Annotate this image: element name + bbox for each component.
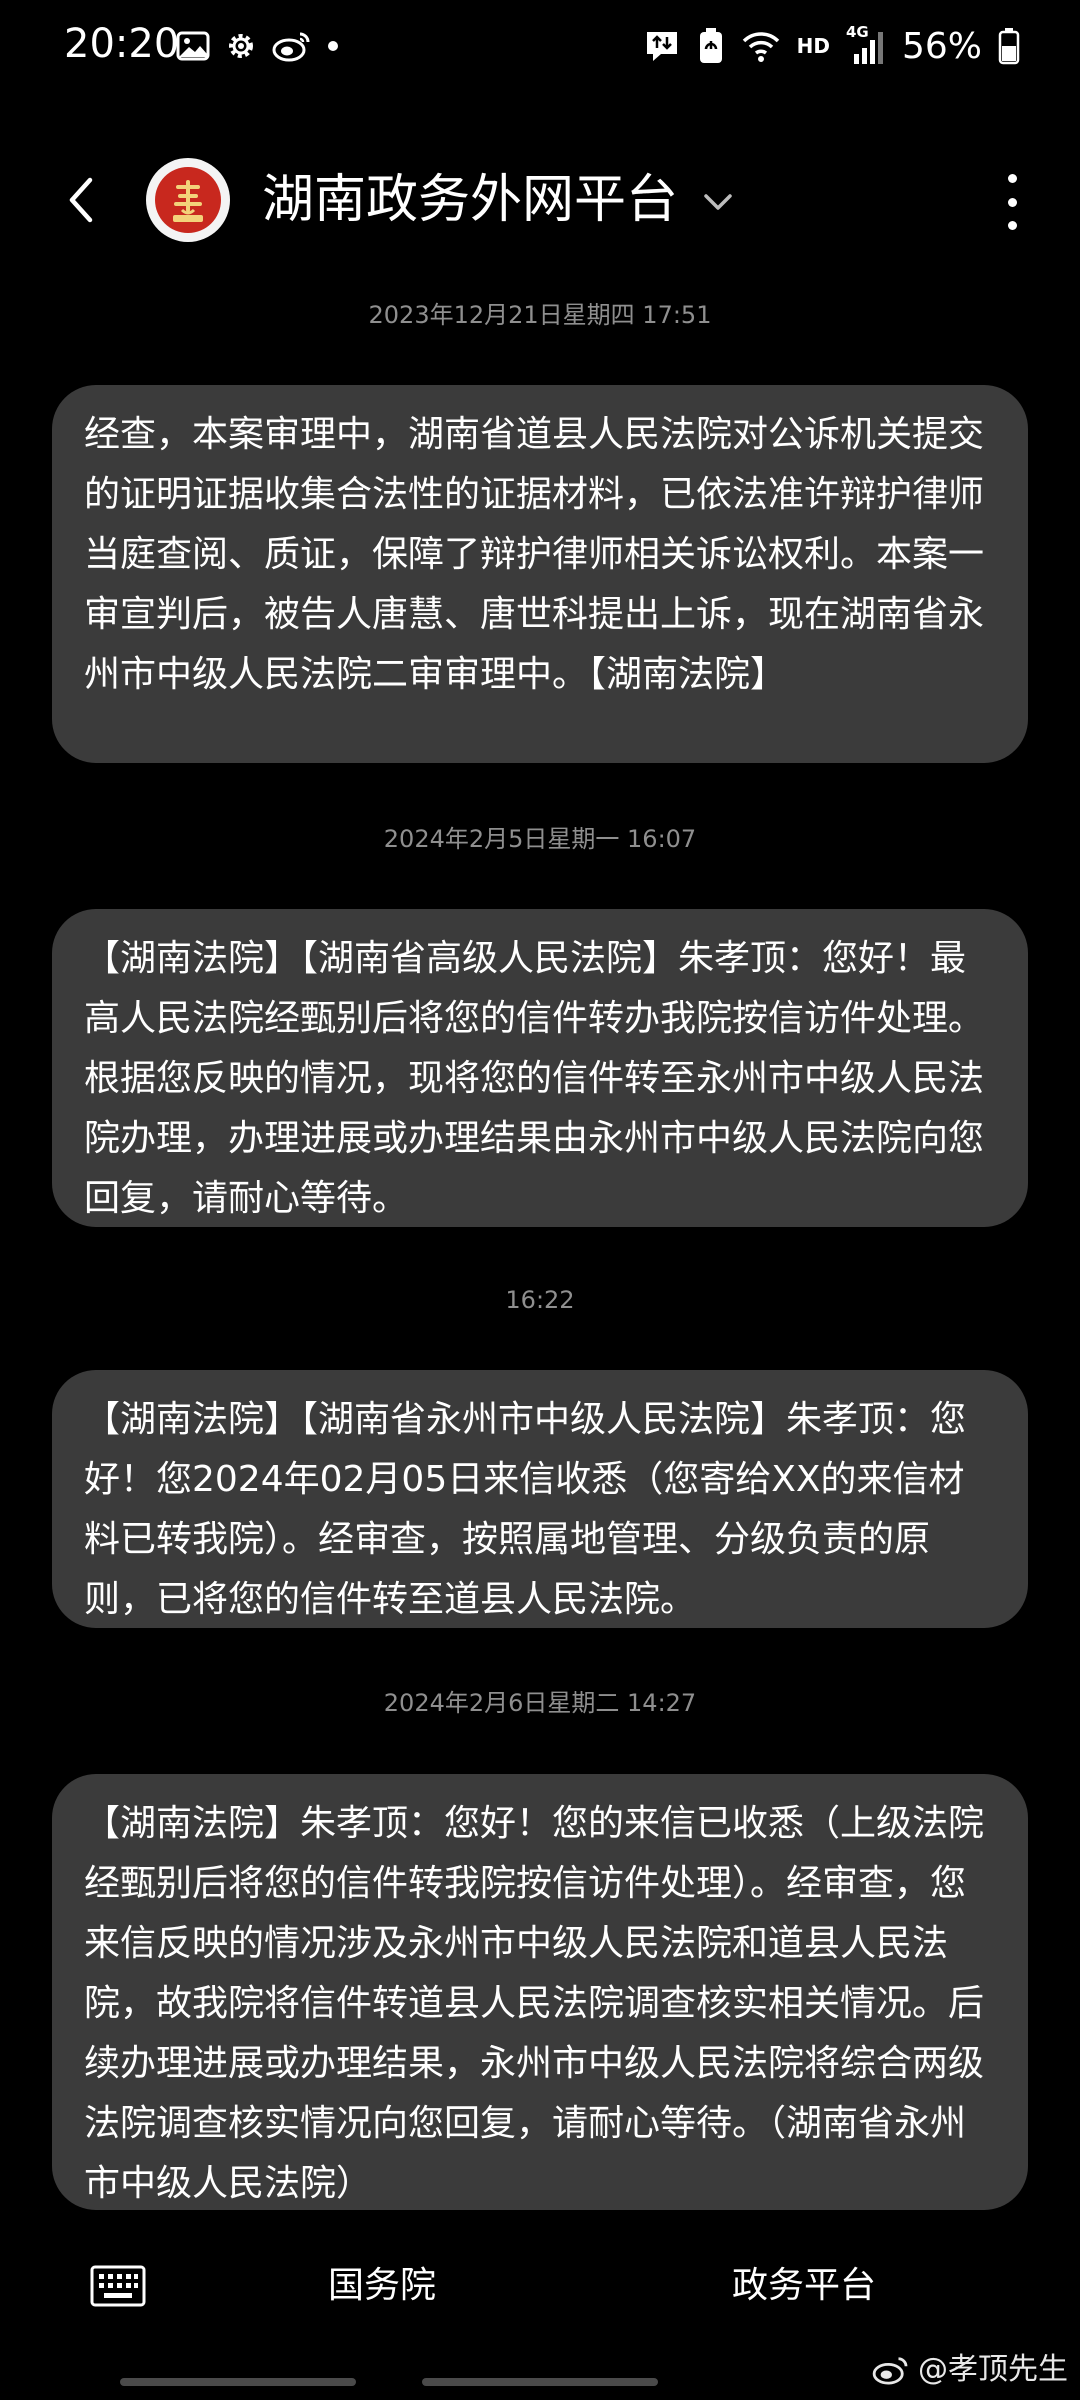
- message-date: 2023年12月21日星期四 17:51: [368, 301, 712, 329]
- nav-home-pill[interactable]: [422, 2378, 658, 2386]
- battery-icon: [998, 27, 1020, 65]
- more-dot: [1007, 221, 1017, 230]
- back-button[interactable]: [56, 172, 112, 228]
- status-system-icons: HD 4G 56%: [643, 24, 1020, 68]
- image-icon: [176, 31, 210, 61]
- signal-icon: 4G: [846, 24, 886, 66]
- back-arrow-icon: [69, 177, 93, 223]
- message-bubble[interactable]: 【湖南法院】朱孝顶：您好！您的来信已收悉（上级法院经甄别后将您的信件转我院按信访…: [52, 1774, 1028, 2210]
- avatar[interactable]: [146, 158, 230, 242]
- conversation-header: 湖南政务外网平台: [0, 150, 1080, 250]
- weibo-icon: [872, 2355, 910, 2385]
- status-notification-icons: [176, 26, 340, 66]
- more-options-button[interactable]: [992, 174, 1032, 230]
- watermark-text: @孝顶先生: [918, 2352, 1068, 2387]
- message-date: 16:22: [505, 1286, 575, 1314]
- status-bar: 20:20 HD 4G 56%: [0, 0, 1080, 92]
- wifi-icon: [741, 29, 781, 63]
- chevron-down-icon[interactable]: [698, 184, 738, 220]
- contact-name[interactable]: 湖南政务外网平台: [262, 164, 678, 236]
- keyboard-button[interactable]: [90, 2264, 146, 2308]
- data-transfer-icon: [643, 28, 681, 64]
- message-date: 2024年2月5日星期一 16:07: [383, 825, 697, 853]
- bottom-menu-bar: 国务院 政务平台: [0, 2228, 1080, 2346]
- watermark: @孝顶先生: [872, 2350, 1068, 2390]
- message-date: 2024年2月6日星期二 14:27: [383, 1689, 697, 1717]
- message-bubble[interactable]: 经查，本案审理中，湖南省道县人民法院对公诉机关提交的证明证据收集合法性的证据材料…: [52, 385, 1028, 763]
- battery-saver-icon: [697, 27, 725, 65]
- court-emblem-icon: [155, 167, 221, 233]
- weibo-icon: [272, 30, 312, 62]
- battery-percent: 56%: [901, 25, 982, 67]
- more-dot: [1007, 197, 1017, 207]
- dot-icon: [326, 39, 340, 53]
- hd-label: HD: [796, 34, 830, 58]
- message-bubble[interactable]: 【湖南法院】【湖南省高级人民法院】朱孝顶：您好！最高人民法院经甄别后将您的信件转…: [52, 909, 1028, 1227]
- status-time: 20:20: [64, 21, 180, 67]
- message-bubble[interactable]: 【湖南法院】【湖南省永州市中级人民法院】朱孝顶：您好！您2024年02月05日来…: [52, 1370, 1028, 1628]
- keyboard-icon: [90, 2265, 146, 2307]
- nav-recents-pill[interactable]: [120, 2378, 356, 2386]
- more-dot: [1007, 174, 1017, 183]
- gear-icon: [224, 29, 258, 63]
- menu-button-guowuyuan[interactable]: 国务院: [328, 2258, 436, 2314]
- menu-button-zhengwu-platform[interactable]: 政务平台: [732, 2258, 876, 2314]
